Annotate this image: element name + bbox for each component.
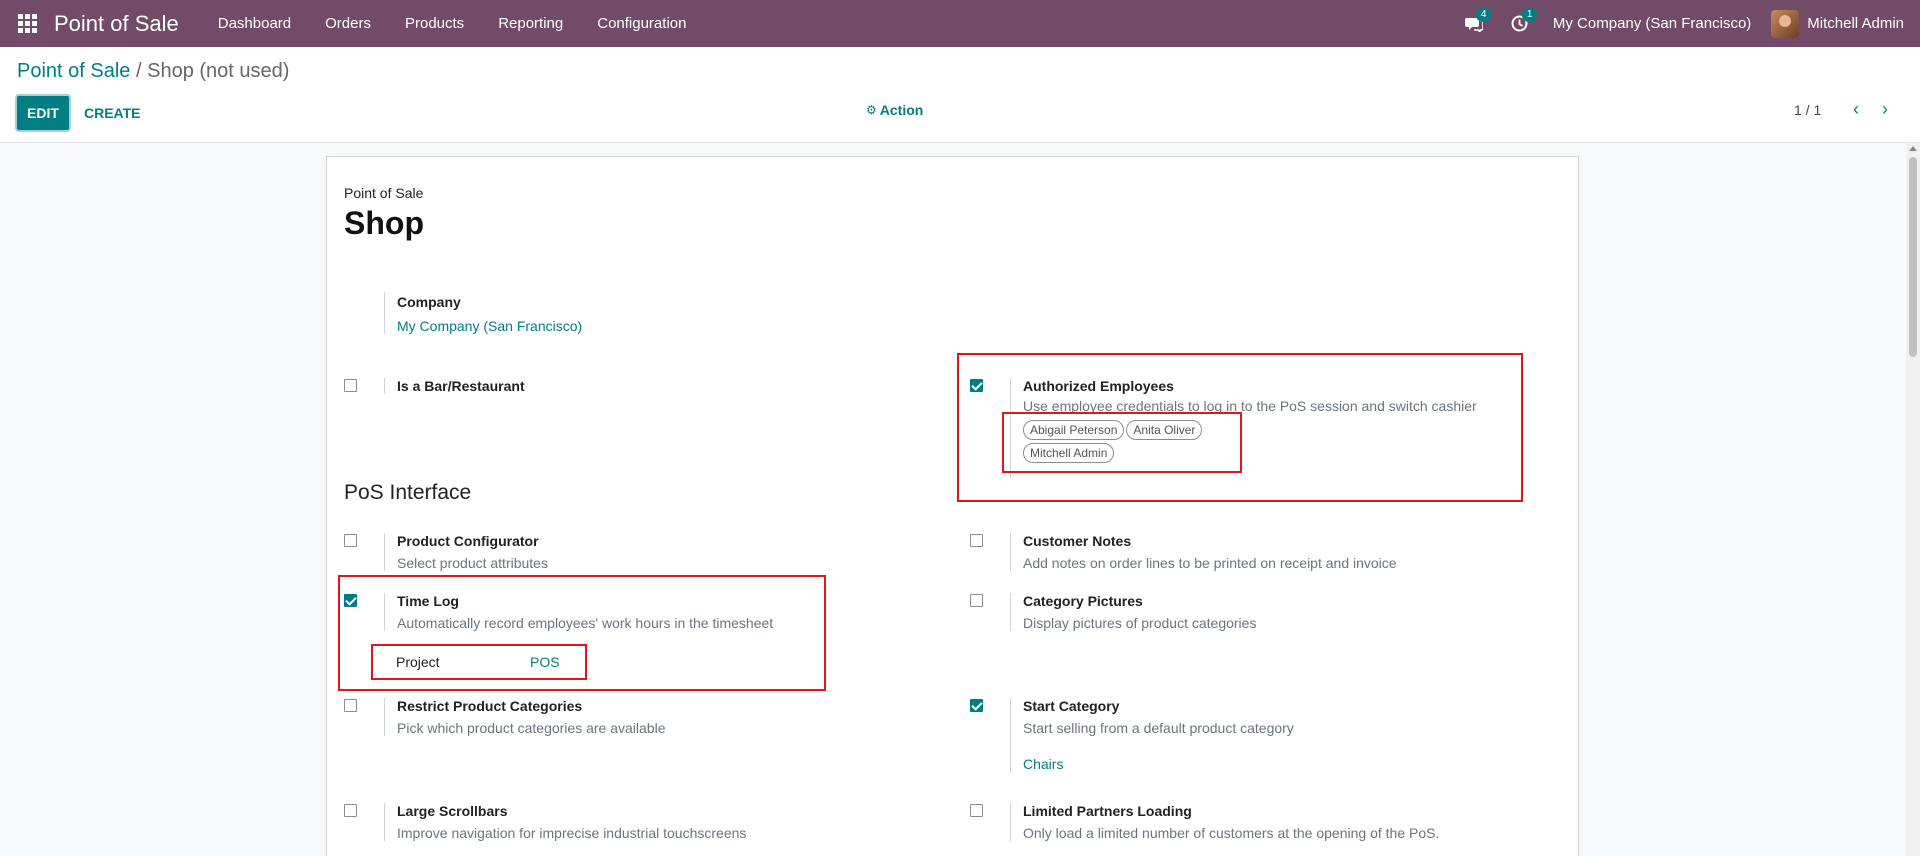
top-navbar: Point of Sale Dashboard Orders Products … (0, 0, 1920, 47)
form-title: Shop (344, 205, 424, 241)
pager-next-button[interactable]: › (1875, 99, 1895, 119)
start-category-title: Start Category (1023, 698, 1120, 714)
action-menu-button[interactable]: ⚙ Action (866, 102, 923, 118)
pos-interface-heading: PoS Interface (344, 481, 472, 504)
authorized-employees-checkbox[interactable] (970, 379, 983, 392)
product-configurator-checkbox[interactable] (344, 534, 357, 547)
action-label: Action (879, 102, 924, 118)
form-sheet: Point of Sale Shop Company My Company (S… (326, 156, 1579, 856)
restrict-categories-desc: Pick which product categories are availa… (397, 720, 666, 736)
breadcrumb-separator: / (135, 60, 142, 82)
pager-value[interactable]: 1 / 1 (1794, 102, 1821, 118)
activities-button[interactable]: 1 (1497, 0, 1543, 47)
menu-dashboard[interactable]: Dashboard (201, 0, 308, 47)
product-configurator-desc: Select product attributes (397, 555, 548, 571)
customer-notes-checkbox[interactable] (970, 534, 983, 547)
pager-previous-button[interactable]: ‹ (1846, 99, 1866, 119)
time-log-checkbox[interactable] (344, 594, 357, 607)
employee-tag[interactable]: Anita Oliver (1126, 420, 1203, 440)
product-configurator-title: Product Configurator (397, 533, 539, 549)
time-log-desc: Automatically record employees' work hou… (397, 615, 774, 631)
user-menu[interactable]: Mitchell Admin (1771, 9, 1920, 38)
apps-menu-icon[interactable] (0, 0, 54, 47)
large-scrollbars-checkbox[interactable] (344, 804, 357, 817)
create-button[interactable]: CREATE (84, 96, 141, 130)
employee-tags: Abigail Peterson Anita Oliver Mitchell Adm… (1023, 420, 1243, 466)
messages-badge: 4 (1475, 8, 1492, 22)
menu-configuration[interactable]: Configuration (580, 0, 703, 47)
scroll-up-icon[interactable] (1909, 146, 1917, 151)
messages-button[interactable]: 4 (1451, 0, 1497, 47)
company-value-link[interactable]: My Company (San Francisco) (397, 318, 582, 334)
app-brand[interactable]: Point of Sale (54, 11, 179, 37)
chevron-right-icon: › (1882, 98, 1888, 119)
restrict-categories-checkbox[interactable] (344, 699, 357, 712)
menu-reporting[interactable]: Reporting (481, 0, 580, 47)
employee-tag[interactable]: Abigail Peterson (1023, 420, 1125, 440)
breadcrumb: Point of Sale / Shop (not used) (17, 60, 289, 83)
menu-products[interactable]: Products (388, 0, 481, 47)
large-scrollbars-title: Large Scrollbars (397, 803, 508, 819)
limited-partners-desc: Only load a limited number of customers … (1023, 825, 1440, 841)
form-label: Point of Sale (344, 185, 424, 201)
restrict-categories-title: Restrict Product Categories (397, 698, 583, 714)
activities-badge: 1 (1521, 8, 1538, 22)
scroll-thumb[interactable] (1909, 157, 1917, 357)
authorized-employees-title: Authorized Employees (1023, 378, 1174, 394)
customer-notes-desc: Add notes on order lines to be printed o… (1023, 555, 1397, 571)
company-switcher[interactable]: My Company (San Francisco) (1543, 15, 1771, 32)
large-scrollbars-desc: Improve navigation for imprecise industr… (397, 825, 747, 841)
breadcrumb-root[interactable]: Point of Sale (17, 60, 130, 82)
start-category-value-link[interactable]: Chairs (1023, 756, 1294, 772)
category-pictures-title: Category Pictures (1023, 593, 1143, 609)
start-category-checkbox[interactable] (970, 699, 983, 712)
control-panel: Point of Sale / Shop (not used) EDIT CRE… (0, 47, 1920, 143)
project-label: Project (396, 654, 440, 670)
breadcrumb-current: Shop (not used) (147, 60, 290, 82)
bar-restaurant-checkbox[interactable] (344, 379, 357, 392)
category-pictures-checkbox[interactable] (970, 594, 983, 607)
limited-partners-title: Limited Partners Loading (1023, 803, 1192, 819)
user-name: Mitchell Admin (1807, 15, 1904, 32)
chevron-left-icon: ‹ (1853, 98, 1859, 119)
authorized-employees-desc: Use employee credentials to log in to th… (1023, 398, 1477, 414)
start-category-desc: Start selling from a default product cat… (1023, 720, 1294, 736)
time-log-title: Time Log (397, 593, 459, 609)
customer-notes-title: Customer Notes (1023, 533, 1132, 549)
company-label: Company (397, 294, 461, 310)
project-value-link[interactable]: POS (530, 654, 560, 670)
gear-icon: ⚙ (866, 103, 877, 117)
menu-orders[interactable]: Orders (308, 0, 388, 47)
employee-tag[interactable]: Mitchell Admin (1023, 443, 1115, 463)
avatar (1771, 9, 1800, 38)
category-pictures-desc: Display pictures of product categories (1023, 615, 1257, 631)
page-scrollbar[interactable] (1906, 143, 1920, 856)
edit-button[interactable]: EDIT (17, 96, 69, 130)
limited-partners-checkbox[interactable] (970, 804, 983, 817)
bar-restaurant-title: Is a Bar/Restaurant (397, 378, 525, 394)
